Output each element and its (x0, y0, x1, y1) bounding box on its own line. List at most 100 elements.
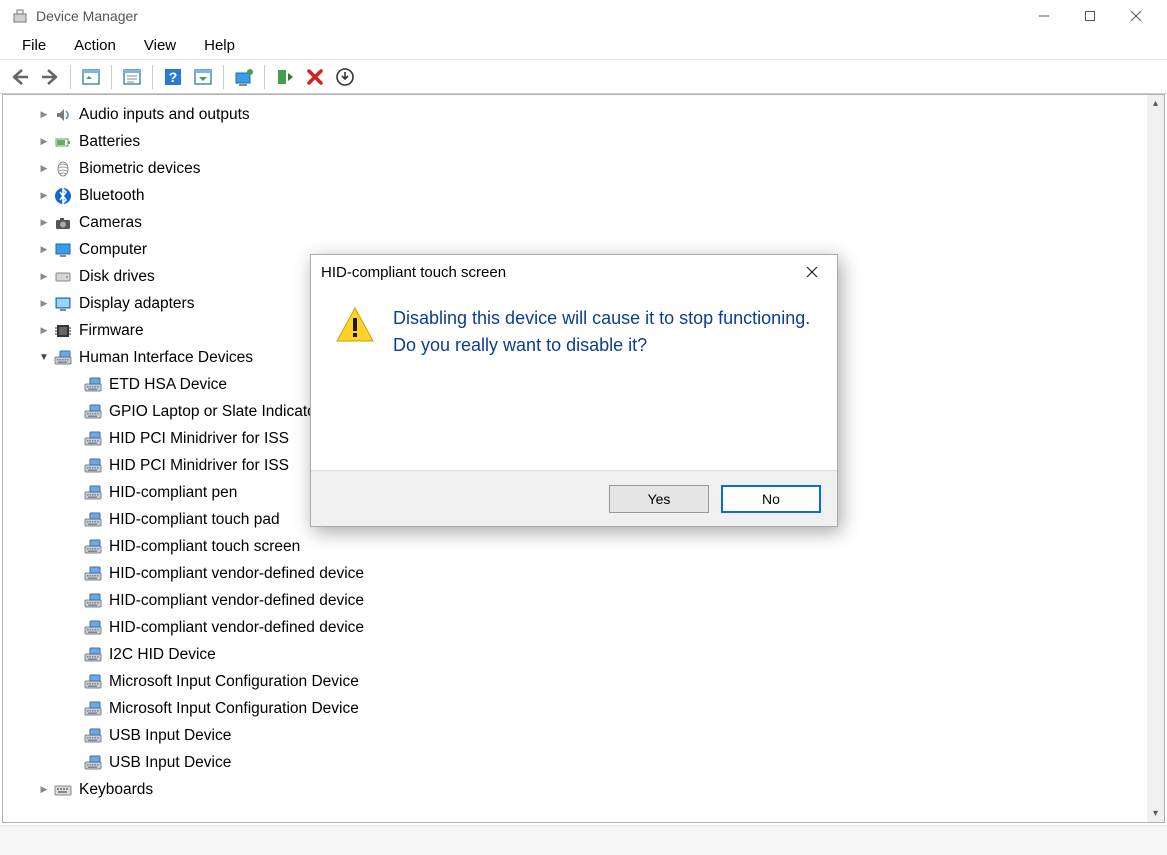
tree-device-hid-10[interactable]: I2C HID Device (7, 641, 1147, 668)
dialog-close-button[interactable] (797, 257, 827, 287)
minimize-button[interactable] (1021, 0, 1067, 32)
hid-icon (83, 375, 103, 395)
hid-icon (83, 510, 103, 530)
uninstall-device-button[interactable] (331, 63, 359, 91)
biometric-icon (53, 159, 73, 179)
expand-arrow-icon[interactable]: ▶ (37, 163, 51, 174)
no-button[interactable]: No (721, 485, 821, 513)
titlebar: Device Manager (0, 0, 1167, 32)
tree-category-biometric[interactable]: ▶ Biometric devices (7, 155, 1147, 182)
hid-icon (83, 537, 103, 557)
tree-category-camera[interactable]: ▶ Cameras (7, 209, 1147, 236)
hid-icon (83, 564, 103, 584)
warning-icon (335, 305, 375, 345)
tree-item-label: Microsoft Input Configuration Device (109, 700, 359, 718)
tree-device-hid-12[interactable]: Microsoft Input Configuration Device (7, 695, 1147, 722)
menu-file[interactable]: File (8, 35, 60, 56)
hid-icon (83, 456, 103, 476)
firmware-icon (53, 321, 73, 341)
tree-device-hid-14[interactable]: USB Input Device (7, 749, 1147, 776)
tree-item-label: HID PCI Minidriver for ISS (109, 430, 289, 448)
tree-device-hid-6[interactable]: HID-compliant touch screen (7, 533, 1147, 560)
hid-icon (83, 402, 103, 422)
audio-icon (53, 105, 73, 125)
expand-arrow-icon[interactable]: ▶ (37, 190, 51, 201)
tree-item-label: Computer (79, 241, 147, 259)
help-button[interactable]: ? (159, 63, 187, 91)
hid-icon (83, 753, 103, 773)
bluetooth-icon (53, 186, 73, 206)
tree-category-battery[interactable]: ▶Batteries (7, 128, 1147, 155)
tree-device-hid-8[interactable]: HID-compliant vendor-defined device (7, 587, 1147, 614)
tree-device-hid-13[interactable]: USB Input Device (7, 722, 1147, 749)
display-icon (53, 294, 73, 314)
expand-arrow-icon[interactable]: ▶ (37, 244, 51, 255)
tree-item-label: Microsoft Input Configuration Device (109, 673, 359, 691)
expand-arrow-icon[interactable]: ▼ (37, 352, 51, 363)
keyboard-icon (53, 780, 73, 800)
tree-item-label: Biometric devices (79, 160, 200, 178)
expand-arrow-icon[interactable]: ▶ (37, 298, 51, 309)
back-button[interactable] (6, 63, 34, 91)
tree-item-label: HID PCI Minidriver for ISS (109, 457, 289, 475)
expand-arrow-icon[interactable]: ▶ (37, 217, 51, 228)
menu-help[interactable]: Help (190, 35, 249, 56)
disable-device-button[interactable] (301, 63, 329, 91)
tree-item-label: Human Interface Devices (79, 349, 253, 367)
menubar: File Action View Help (0, 32, 1167, 60)
close-button[interactable] (1113, 0, 1159, 32)
tree-category-audio[interactable]: ▶ Audio inputs and outputs (7, 101, 1147, 128)
toolbar: ? (0, 60, 1167, 94)
hid-icon (83, 726, 103, 746)
svg-text:?: ? (169, 69, 178, 85)
tree-item-label: Disk drives (79, 268, 155, 286)
tree-item-label: HID-compliant vendor-defined device (109, 619, 364, 637)
tree-item-label: Audio inputs and outputs (79, 106, 250, 124)
hid-icon (83, 618, 103, 638)
menu-view[interactable]: View (130, 35, 190, 56)
scan-hardware-button[interactable] (189, 63, 217, 91)
confirm-disable-dialog: HID-compliant touch screen Disabling thi… (310, 254, 838, 527)
hid-icon (83, 429, 103, 449)
computer-icon (53, 240, 73, 260)
app-icon (12, 8, 28, 24)
battery-icon (53, 132, 73, 152)
tree-device-hid-9[interactable]: HID-compliant vendor-defined device (7, 614, 1147, 641)
expand-arrow-icon[interactable]: ▶ (37, 325, 51, 336)
forward-button[interactable] (36, 63, 64, 91)
disk-icon (53, 267, 73, 287)
dialog-title: HID-compliant touch screen (321, 264, 506, 281)
menu-action[interactable]: Action (60, 35, 130, 56)
scroll-up-icon[interactable]: ▴ (1147, 95, 1164, 112)
show-hide-tree-button[interactable] (77, 63, 105, 91)
camera-icon (53, 213, 73, 233)
expand-arrow-icon[interactable]: ▶ (37, 136, 51, 147)
yes-button[interactable]: Yes (609, 485, 709, 513)
enable-device-button[interactable] (271, 63, 299, 91)
dialog-message: Disabling this device will cause it to s… (393, 305, 813, 462)
tree-category-keyboard[interactable]: ▶Keyboards (7, 776, 1147, 803)
update-driver-button[interactable] (230, 63, 258, 91)
device-manager-window: Device Manager File Action View Help ? ▶… (0, 0, 1167, 855)
tree-item-label: USB Input Device (109, 727, 231, 745)
scroll-down-icon[interactable]: ▾ (1147, 805, 1164, 822)
dialog-titlebar: HID-compliant touch screen (311, 255, 837, 289)
tree-item-label: ETD HSA Device (109, 376, 227, 394)
status-bar (0, 825, 1167, 855)
maximize-button[interactable] (1067, 0, 1113, 32)
tree-item-label: HID-compliant vendor-defined device (109, 592, 364, 610)
tree-item-label: Cameras (79, 214, 142, 232)
tree-device-hid-11[interactable]: Microsoft Input Configuration Device (7, 668, 1147, 695)
expand-arrow-icon[interactable]: ▶ (37, 109, 51, 120)
tree-category-bluetooth[interactable]: ▶ Bluetooth (7, 182, 1147, 209)
tree-item-label: Display adapters (79, 295, 194, 313)
expand-arrow-icon[interactable]: ▶ (37, 784, 51, 795)
expand-arrow-icon[interactable]: ▶ (37, 271, 51, 282)
tree-item-label: HID-compliant touch pad (109, 511, 280, 529)
dialog-button-row: Yes No (311, 470, 837, 526)
hid-icon (83, 699, 103, 719)
vertical-scrollbar[interactable]: ▴ ▾ (1147, 95, 1164, 822)
tree-device-hid-7[interactable]: HID-compliant vendor-defined device (7, 560, 1147, 587)
tree-item-label: Bluetooth (79, 187, 145, 205)
properties-button[interactable] (118, 63, 146, 91)
